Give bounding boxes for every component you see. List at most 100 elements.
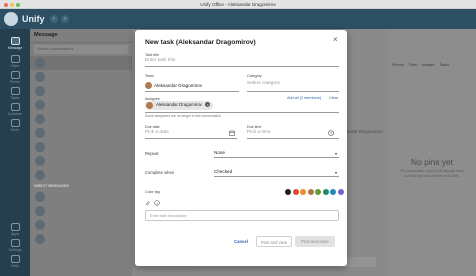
- list-item[interactable]: [30, 218, 132, 232]
- list-item[interactable]: [30, 56, 132, 70]
- color-swatch[interactable]: [330, 189, 336, 195]
- list-item[interactable]: [30, 140, 132, 154]
- team-label: Team: [145, 74, 154, 78]
- rail-item-message[interactable]: Message: [0, 37, 30, 50]
- list-item[interactable]: [30, 70, 132, 84]
- rail-item-more[interactable]: More: [0, 119, 30, 132]
- category-label: Category: [247, 74, 262, 78]
- complete-when-select[interactable]: Checked: [214, 169, 232, 174]
- due-date-input[interactable]: Pick a date: [145, 130, 169, 135]
- rail-item-label: Tasks: [10, 96, 20, 100]
- list-item[interactable]: [30, 84, 132, 98]
- conversation-search-input[interactable]: Search conversations: [34, 45, 128, 54]
- message-list-header: Message: [30, 29, 132, 43]
- video-icon: [10, 55, 20, 63]
- tab-images[interactable]: Images: [422, 63, 434, 67]
- list-item[interactable]: [30, 126, 132, 140]
- color-swatch[interactable]: [322, 189, 329, 195]
- avatar: [35, 156, 45, 166]
- color-swatch[interactable]: [307, 189, 314, 195]
- color-tag-label: Color tag: [145, 190, 160, 194]
- rail-item-label: Contacts: [7, 112, 23, 116]
- assignee-underline: [145, 112, 339, 113]
- rail-item-phone[interactable]: Phone: [0, 71, 30, 84]
- task-description-input[interactable]: Enter task description: [145, 210, 339, 221]
- new-task-dialog: New task (Aleksandar Dragomirov) × Task …: [135, 30, 347, 266]
- category-select[interactable]: Select category: [247, 81, 280, 86]
- color-swatch[interactable]: [292, 189, 299, 195]
- color-swatch[interactable]: [285, 189, 291, 195]
- list-item[interactable]: [30, 168, 132, 182]
- tab-pinned[interactable]: Pinned: [392, 63, 404, 67]
- list-item[interactable]: [30, 232, 132, 246]
- color-swatch[interactable]: [300, 189, 306, 195]
- cancel-button[interactable]: Cancel: [230, 236, 252, 247]
- task-title-label: Task title: [145, 53, 159, 57]
- right-panel: Pinned Files Images Tasks No pins yet Pi…: [388, 29, 476, 276]
- tasks-icon: [10, 87, 20, 95]
- list-item[interactable]: [30, 112, 132, 126]
- paperclip-icon[interactable]: [145, 200, 151, 206]
- complete-when-label: Complete when: [145, 170, 175, 175]
- rail-item-label: Apps: [10, 232, 20, 236]
- due-time-underline: [247, 138, 339, 139]
- avatar: [35, 114, 45, 124]
- rail-item-video[interactable]: Video: [0, 55, 30, 68]
- list-item[interactable]: [30, 98, 132, 112]
- rail-item-label: Video: [10, 64, 20, 68]
- chevron-down-icon[interactable]: ▾: [335, 151, 337, 156]
- close-icon[interactable]: ×: [333, 36, 338, 44]
- left-rail: Message Video Phone Tasks Contacts More …: [0, 29, 30, 276]
- back-arrow-icon[interactable]: ‹: [50, 15, 58, 23]
- avatar: [35, 128, 45, 138]
- remove-assignee-icon[interactable]: ×: [205, 102, 211, 107]
- avatar: [35, 86, 45, 96]
- clear-assignees-link[interactable]: Clear: [329, 96, 338, 100]
- post-and-close-button[interactable]: Post and close: [295, 236, 335, 247]
- dialog-title: New task (Aleksandar Dragomirov): [145, 39, 256, 46]
- no-pins-title: No pins yet: [411, 157, 453, 167]
- due-date-underline: [145, 138, 237, 139]
- chevron-down-icon[interactable]: ▾: [335, 170, 337, 175]
- list-item[interactable]: [30, 154, 132, 168]
- rail-item-apps[interactable]: Apps: [0, 223, 30, 236]
- avatar: [35, 72, 45, 82]
- color-swatch[interactable]: [315, 189, 321, 195]
- clock-icon[interactable]: [328, 130, 334, 136]
- assignee-chip: Aleksandar Dragomirov ×: [145, 101, 214, 110]
- due-time-input[interactable]: Pick a time: [247, 130, 270, 135]
- phone-icon: [10, 71, 20, 79]
- contacts-icon: [10, 103, 20, 111]
- avatar: [35, 58, 45, 68]
- tab-tasks[interactable]: Tasks: [439, 63, 449, 67]
- avatar: [35, 206, 45, 216]
- team-underline: [145, 91, 239, 92]
- direct-messages-section-label: DIRECT MESSAGES: [34, 184, 69, 188]
- add-all-members-link[interactable]: Add all (2 members): [287, 96, 321, 100]
- rail-item-label: Settings: [8, 248, 22, 252]
- rail-item-contacts[interactable]: Contacts: [0, 103, 30, 116]
- right-panel-tabs: Pinned Files Images Tasks: [392, 63, 453, 67]
- list-item[interactable]: [30, 204, 132, 218]
- chat-icon: [10, 37, 20, 45]
- apps-icon: [10, 223, 20, 231]
- avatar: [146, 102, 153, 109]
- team-value[interactable]: Aleksandar Dragomirov: [154, 83, 202, 88]
- window-title: Unify Office - Aleksandar Dragomirov: [200, 1, 276, 7]
- post-and-view-button[interactable]: Post and view: [256, 236, 292, 247]
- assignee-chip-label: Aleksandar Dragomirov: [156, 102, 202, 107]
- rail-item-help[interactable]: Help: [0, 255, 30, 268]
- forward-arrow-icon[interactable]: ›: [61, 15, 69, 23]
- tab-files[interactable]: Files: [409, 63, 417, 67]
- color-swatch[interactable]: [337, 189, 344, 195]
- rail-item-tasks[interactable]: Tasks: [0, 87, 30, 100]
- calendar-icon[interactable]: [229, 130, 235, 136]
- avatar: [35, 220, 45, 230]
- emoji-icon[interactable]: [154, 200, 160, 206]
- repeat-select[interactable]: None: [214, 150, 225, 155]
- repeat-underline: [214, 157, 339, 158]
- list-item[interactable]: [30, 190, 132, 204]
- rail-item-settings[interactable]: Settings: [0, 239, 30, 252]
- task-title-input[interactable]: Enter task title: [145, 58, 175, 63]
- category-underline: [247, 91, 339, 92]
